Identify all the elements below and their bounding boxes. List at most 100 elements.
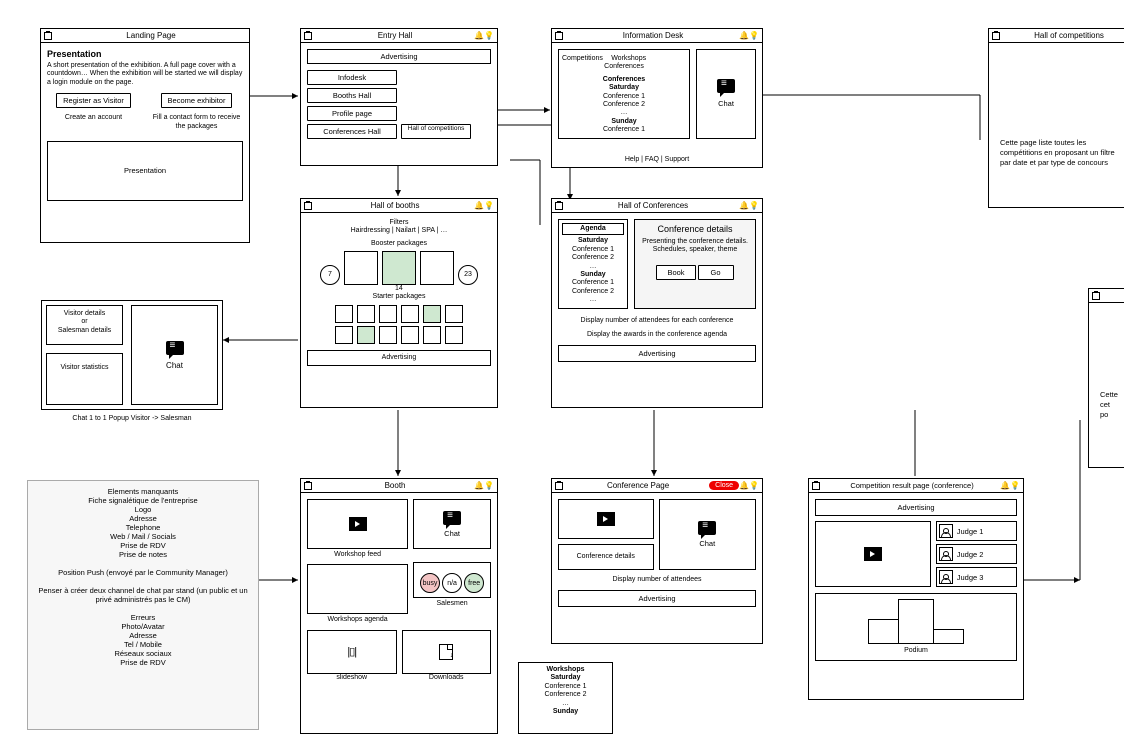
hob-title: Hall of booths xyxy=(316,201,474,210)
bell-icon[interactable]: 🔔 xyxy=(739,201,749,210)
chat-label: Chat xyxy=(166,361,183,370)
menu-icon xyxy=(555,482,563,490)
status-busy[interactable]: busy xyxy=(420,573,440,593)
download-icon xyxy=(439,644,453,660)
conf-details-box: Conference details xyxy=(558,544,654,570)
bell-icon[interactable]: 🔔 xyxy=(1000,481,1010,490)
filters-line[interactable]: Hairdressing | Nailart | SPA | … xyxy=(307,227,491,235)
tab-conferences[interactable]: Conferences xyxy=(562,63,686,71)
slideshow-icon xyxy=(347,645,356,658)
entry-title: Entry Hall xyxy=(316,31,474,40)
booth-slot-selected[interactable]: 14 xyxy=(382,251,416,285)
starter-label: Starter packages xyxy=(307,293,491,301)
status-na[interactable]: n/a xyxy=(442,573,462,593)
bell-icon[interactable]: 🔔 xyxy=(474,31,484,40)
booths-button[interactable]: Booths Hall xyxy=(307,88,397,103)
visitor-details-box: Visitor details or Salesman details xyxy=(46,305,123,345)
conf-video-box[interactable] xyxy=(558,499,654,539)
infodesk-button[interactable]: Infodesk xyxy=(307,70,397,85)
menu-icon xyxy=(555,202,563,210)
help-footer[interactable]: Help | FAQ | Support xyxy=(552,156,762,164)
bell-icon[interactable]: 🔔 xyxy=(474,481,484,490)
chat-icon[interactable] xyxy=(717,79,735,93)
person-icon xyxy=(939,570,953,584)
bulb-icon[interactable]: 💡 xyxy=(484,481,494,490)
play-icon xyxy=(597,512,615,526)
tab-competitions[interactable]: Competitions xyxy=(562,55,603,62)
advertising-box: Advertising xyxy=(307,49,491,64)
bell-icon[interactable]: 🔔 xyxy=(739,31,749,40)
bulb-icon[interactable]: 💡 xyxy=(749,481,759,490)
tab-workshops[interactable]: Workshops xyxy=(611,55,646,62)
entry-panel: Entry Hall 🔔 💡 Advertising Infodesk Boot… xyxy=(300,28,498,166)
register-button[interactable]: Register as Visitor xyxy=(56,93,131,108)
presentation-heading: Presentation xyxy=(47,49,243,59)
menu-icon xyxy=(992,32,1000,40)
competitions-button[interactable]: Hall of competitions xyxy=(401,124,471,139)
hconf-title: Hall of Conferences xyxy=(567,201,739,210)
far-panel xyxy=(1088,288,1124,468)
advertising-box: Advertising xyxy=(558,590,756,607)
hconf-note1: Display number of attendees for each con… xyxy=(558,317,756,325)
judge-row: Judge 1 xyxy=(936,521,1017,541)
chat-icon[interactable] xyxy=(166,341,184,355)
visitor-stats-box: Visitor statistics xyxy=(46,353,123,405)
play-icon xyxy=(864,547,882,561)
comp-result-panel: Competition result page (conference) 🔔 💡… xyxy=(808,478,1024,700)
chat-icon[interactable] xyxy=(443,511,461,525)
podium-box: Podium xyxy=(815,593,1017,661)
menu-icon xyxy=(304,202,312,210)
conf-details-header: Conference details xyxy=(639,224,751,235)
go-button[interactable]: Go xyxy=(698,265,734,280)
landing-panel: Landing Page Presentation A short presen… xyxy=(40,28,250,243)
exhibitor-subtext: Fill a contact form to receive the packa… xyxy=(150,114,243,131)
bulb-icon[interactable]: 💡 xyxy=(1010,481,1020,490)
status-free[interactable]: free xyxy=(464,573,484,593)
result-video-box[interactable] xyxy=(815,521,931,587)
booth-slot[interactable] xyxy=(420,251,454,285)
hoc-panel: Hall of competitions xyxy=(988,28,1124,208)
hoc-note-text: Cette page liste toutes les compétitions… xyxy=(1000,138,1120,167)
conf-details-text: Presenting the conference details. Sched… xyxy=(639,238,751,255)
profile-button[interactable]: Profile page xyxy=(307,106,397,121)
advertising-box: Advertising xyxy=(815,499,1017,516)
bulb-icon[interactable]: 💡 xyxy=(484,31,494,40)
landing-desc: A short presentation of the exhibition. … xyxy=(47,62,243,87)
slideshow-box[interactable] xyxy=(307,630,397,674)
chat-label: Chat xyxy=(718,99,734,108)
filters-label: Filters xyxy=(307,219,491,227)
play-icon xyxy=(349,517,367,531)
bulb-icon[interactable]: 💡 xyxy=(749,31,759,40)
workshops-header: Workshops xyxy=(547,666,585,673)
workshop-feed-box[interactable] xyxy=(307,499,408,549)
agenda-header: Agenda xyxy=(562,223,624,235)
booster-label: Booster packages xyxy=(307,240,491,248)
booth-slot[interactable] xyxy=(344,251,378,285)
bell-icon[interactable]: 🔔 xyxy=(474,201,484,210)
downloads-box[interactable] xyxy=(402,630,492,674)
comp-result-title: Competition result page (conference) xyxy=(824,481,1000,490)
booth-title: Booth xyxy=(316,481,474,490)
hconf-panel: Hall of Conferences 🔔 💡 Agenda Saturday … xyxy=(551,198,763,408)
nav-left[interactable]: 7 xyxy=(320,265,340,285)
book-button[interactable]: Book xyxy=(656,265,695,280)
close-button[interactable]: Close xyxy=(709,481,739,490)
info-panel: Information Desk 🔔 💡 Competitions Worksh… xyxy=(551,28,763,168)
bulb-icon[interactable]: 💡 xyxy=(749,201,759,210)
chat-icon[interactable] xyxy=(698,521,716,535)
menu-icon xyxy=(44,32,52,40)
workshops-agenda-box[interactable] xyxy=(307,564,408,614)
hoc-title: Hall of competitions xyxy=(1004,31,1124,40)
booth-panel: Booth 🔔 💡 Workshop feed Workshops agenda… xyxy=(300,478,498,734)
exhibitor-button[interactable]: Become exhibitor xyxy=(161,93,233,108)
menu-icon xyxy=(1092,292,1100,300)
nav-right[interactable]: 23 xyxy=(458,265,478,285)
advertising-box: Advertising xyxy=(558,345,756,362)
confpage-panel: Conference Page Close 🔔 💡 Conference det… xyxy=(551,478,763,644)
conferences-button[interactable]: Conferences Hall xyxy=(307,124,397,139)
bulb-icon[interactable]: 💡 xyxy=(484,201,494,210)
bell-icon[interactable]: 🔔 xyxy=(739,481,749,490)
judge-row: Judge 3 xyxy=(936,567,1017,587)
missing-elements-note: Elements manquants Fiche signalétique de… xyxy=(27,480,259,730)
workshops-panel: Workshops Saturday Conference 1 Conferen… xyxy=(518,662,613,734)
